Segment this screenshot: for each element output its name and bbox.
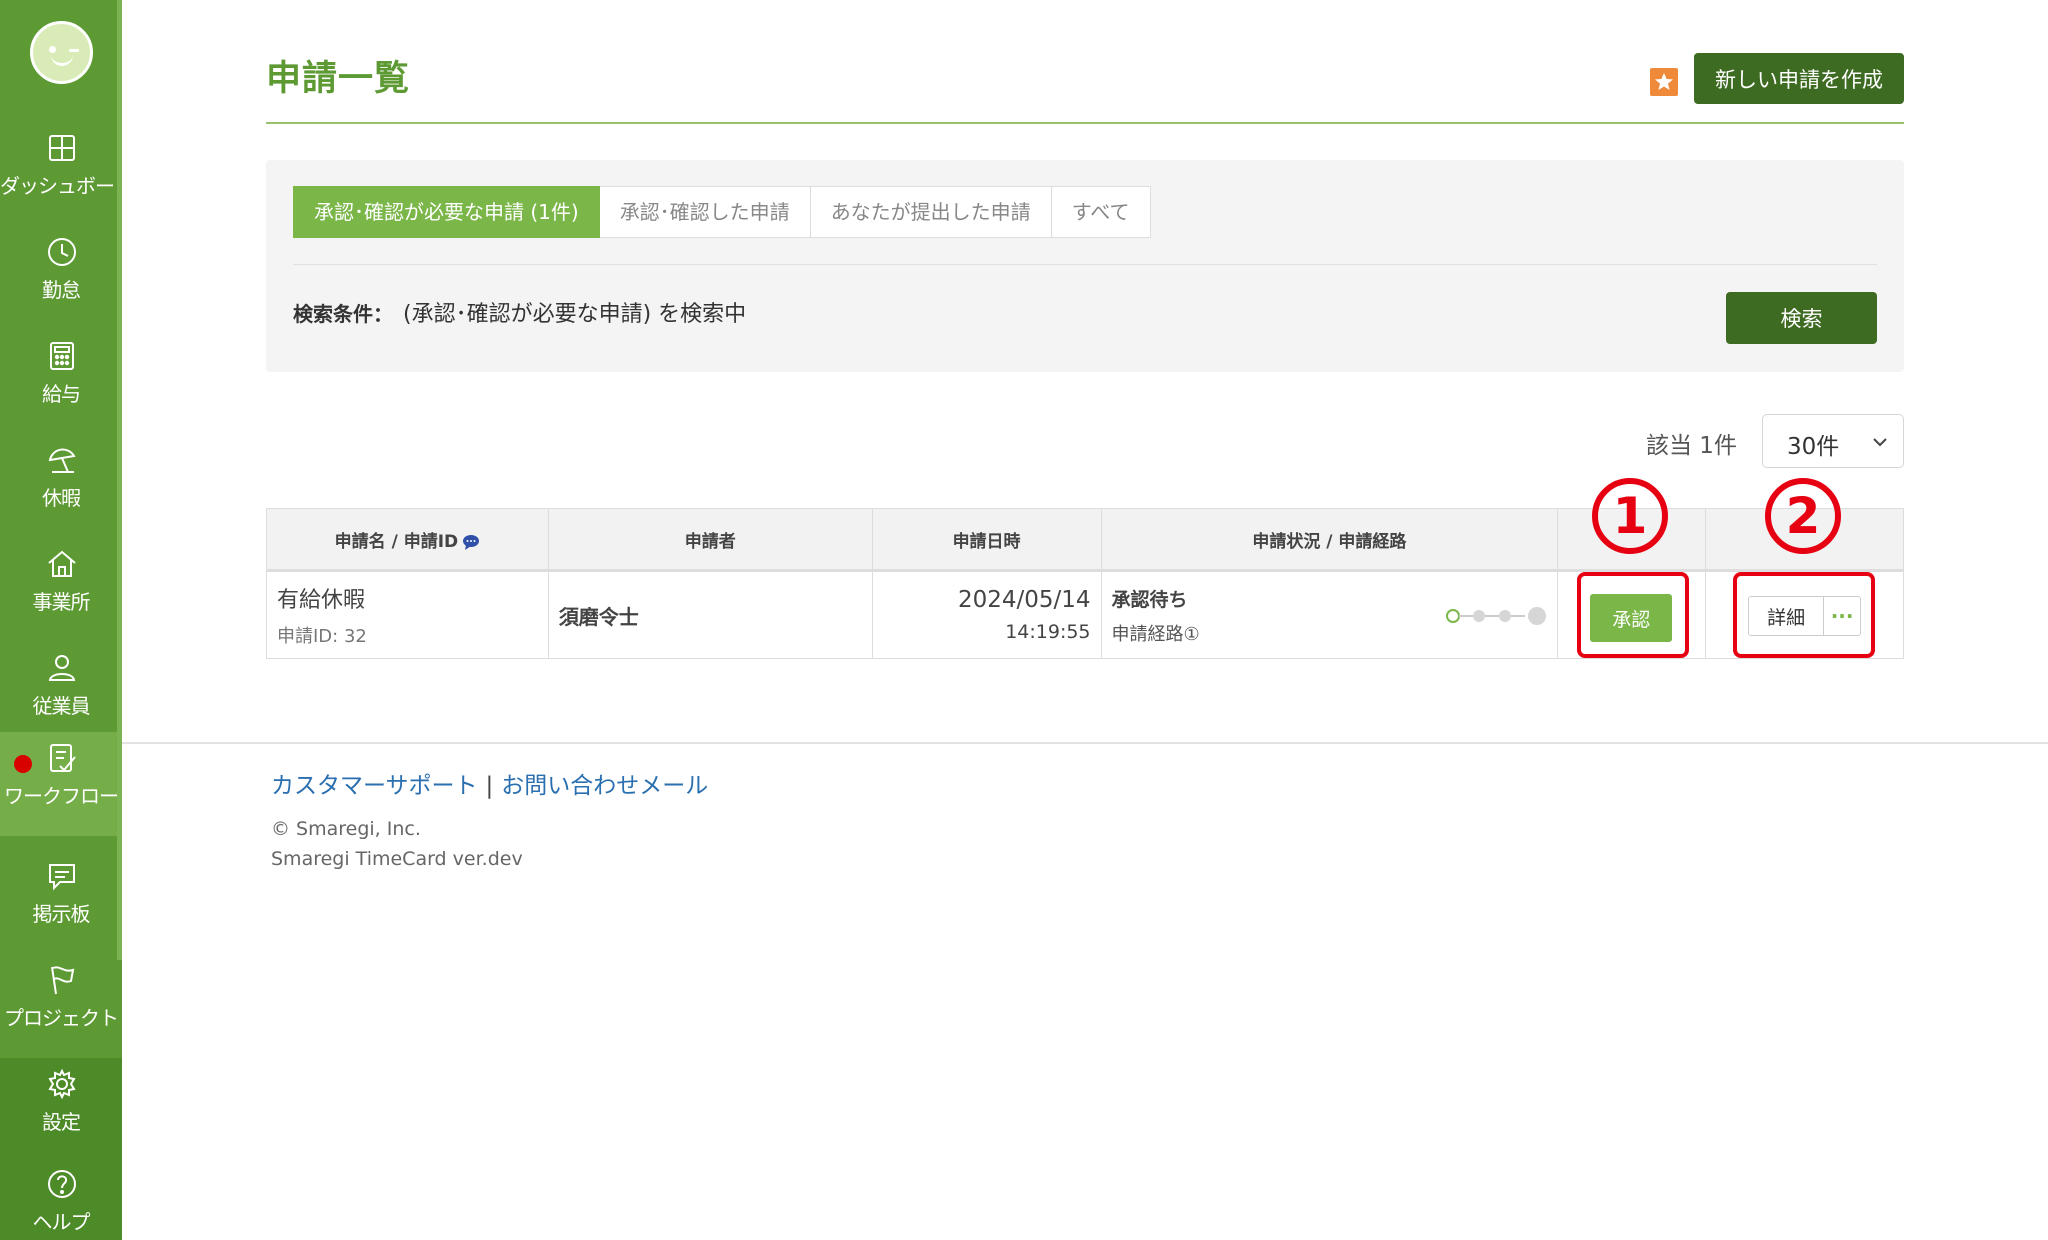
- filter-tabs: 承認･確認が必要な申請 (1件) 承認･確認した申請 あなたが提出した申請 すべ…: [293, 186, 1151, 238]
- column-header-applicant: 申請者: [547, 508, 873, 572]
- clock-icon: [46, 236, 78, 268]
- gear-icon: [46, 1068, 78, 1100]
- app-root: ダッシュボード 勤怠 給与 休暇 事業所 従業員 ワークフロー 掲示板 プロジェ…: [0, 0, 2048, 1240]
- footer-separator: |: [485, 773, 494, 799]
- sidebar-item-payroll[interactable]: 給与: [0, 330, 122, 434]
- sidebar-item-workflow[interactable]: ワークフロー: [0, 732, 122, 836]
- sidebar: ダッシュボード 勤怠 給与 休暇 事業所 従業員 ワークフロー 掲示板 プロジェ…: [0, 0, 134, 1240]
- title-divider: [266, 122, 1904, 124]
- column-header-status: 申請状況 / 申請経路: [1100, 508, 1559, 572]
- request-name: 有給休暇: [277, 588, 366, 613]
- column-header-name: 申請名 / 申請ID: [266, 508, 549, 572]
- cell-date: 2024/05/14 14:19:55: [871, 570, 1102, 659]
- flag-icon: [46, 964, 78, 996]
- filter-panel: 承認･確認が必要な申請 (1件) 承認･確認した申請 あなたが提出した申請 すべ…: [266, 160, 1904, 372]
- cell-request-name: 有給休暇 申請ID: 32: [266, 570, 549, 659]
- sidebar-item-label: プロジェクト: [4, 1006, 119, 1030]
- tab-submitted[interactable]: あなたが提出した申請: [810, 186, 1052, 238]
- chevron-down-icon: [1873, 438, 1887, 447]
- request-time: 14:19:55: [1005, 621, 1091, 643]
- sidebar-item-label: 設定: [42, 1110, 81, 1134]
- sidebar-item-label: ヘルプ: [32, 1210, 91, 1234]
- beach-umbrella-icon: [46, 444, 78, 476]
- request-date: 2024/05/14: [957, 587, 1091, 613]
- sidebar-item-project[interactable]: プロジェクト: [0, 954, 122, 1058]
- sidebar-item-settings[interactable]: 設定: [0, 1058, 122, 1158]
- search-condition-label: 検索条件：: [293, 302, 393, 326]
- person-icon: [46, 652, 78, 684]
- copyright: © Smaregi, Inc.: [271, 818, 421, 840]
- footer-links: カスタマーサポート | お問い合わせメール: [271, 766, 708, 800]
- comment-icon: [463, 534, 480, 550]
- panel-divider: [293, 264, 1877, 265]
- sidebar-item-employees[interactable]: 従業員: [0, 642, 122, 746]
- calculator-icon: [46, 340, 78, 372]
- sidebar-item-bulletin[interactable]: 掲示板: [0, 850, 122, 954]
- create-request-button[interactable]: 新しい申請を作成: [1694, 53, 1904, 104]
- sidebar-scrollbar[interactable]: [117, 0, 122, 960]
- cell-status: 承認待ち 申請経路①: [1100, 570, 1559, 659]
- customer-support-link[interactable]: カスタマーサポート: [271, 773, 478, 799]
- annotation-box-detail: [1733, 572, 1875, 658]
- message-board-icon: [46, 860, 78, 892]
- footer-divider: [122, 742, 2048, 744]
- home-icon: [46, 548, 78, 580]
- favorite-button[interactable]: [1650, 68, 1678, 96]
- search-button[interactable]: 検索: [1726, 292, 1877, 344]
- sidebar-item-label: 勤怠: [42, 278, 81, 302]
- page-title: 申請一覧: [266, 59, 411, 99]
- footer: カスタマーサポート | お問い合わせメール © Smaregi, Inc. Smar…: [271, 766, 708, 870]
- annotation-marker-1: 1: [1592, 478, 1668, 554]
- sidebar-item-label: ワークフロー: [4, 784, 119, 808]
- column-header-date: 申請日時: [871, 508, 1102, 572]
- sidebar-item-dashboard[interactable]: ダッシュボード: [0, 122, 134, 226]
- sidebar-item-attendance[interactable]: 勤怠: [0, 226, 122, 330]
- per-page-value: 30件: [1787, 434, 1840, 460]
- tab-all[interactable]: すべて: [1051, 186, 1151, 238]
- sidebar-item-label: 掲示板: [32, 902, 91, 926]
- checklist-icon: [46, 742, 78, 774]
- sidebar-item-office[interactable]: 事業所: [0, 538, 122, 642]
- avatar[interactable]: [30, 21, 93, 84]
- sidebar-item-label: 事業所: [32, 590, 91, 614]
- sidebar-item-label: 給与: [42, 382, 81, 406]
- version-text: Smaregi TimeCard ver.dev: [271, 848, 523, 870]
- sidebar-item-label: 従業員: [32, 694, 91, 718]
- star-icon: [1655, 73, 1673, 90]
- route-progress-icon: [1446, 607, 1547, 625]
- help-icon: [46, 1168, 78, 1200]
- per-page-select[interactable]: 30件: [1762, 414, 1904, 468]
- tab-needs-approval[interactable]: 承認･確認が必要な申請 (1件): [293, 186, 600, 238]
- cell-applicant: 須磨令士: [547, 570, 873, 659]
- search-condition: 検索条件： (承認･確認が必要な申請) を検索中: [293, 296, 746, 328]
- sidebar-item-leave[interactable]: 休暇: [0, 434, 122, 538]
- sidebar-item-help[interactable]: ヘルプ: [0, 1158, 122, 1240]
- annotation-marker-2: 2: [1765, 478, 1841, 554]
- sidebar-item-label: ダッシュボード: [0, 174, 134, 198]
- request-id: 申請ID: 32: [277, 626, 367, 647]
- tab-approved[interactable]: 承認･確認した申請: [599, 186, 811, 238]
- annotation-box-approve: [1577, 572, 1689, 658]
- sidebar-item-label: 休暇: [42, 486, 81, 510]
- result-count: 該当 1件: [1646, 433, 1737, 459]
- search-condition-value: (承認･確認が必要な申請) を検索中: [403, 302, 747, 327]
- notification-dot: [14, 755, 32, 773]
- dashboard-icon: [46, 132, 78, 164]
- contact-email-link[interactable]: お問い合わせメール: [501, 773, 708, 799]
